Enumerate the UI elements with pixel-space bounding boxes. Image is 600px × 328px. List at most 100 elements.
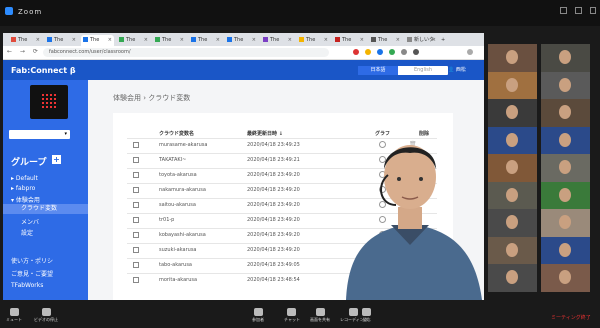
browser-tab[interactable]: The × (189, 35, 222, 46)
header-name[interactable]: クラウド変数名 (159, 130, 194, 137)
minimize-icon[interactable] (560, 7, 567, 14)
participant-tile[interactable] (488, 126, 537, 155)
browser-tab[interactable]: The × (333, 35, 366, 46)
row-checkbox[interactable] (133, 172, 139, 178)
tab-close-icon[interactable]: × (288, 35, 292, 46)
browser-tab[interactable]: The × (261, 35, 294, 46)
lang-en-button[interactable]: English (398, 66, 448, 75)
variable-name[interactable]: nakamura-akarusa (159, 187, 206, 193)
participant-tile[interactable] (541, 71, 590, 100)
variable-name[interactable]: TAKATAKI~ (159, 157, 186, 163)
participant-tile[interactable] (541, 236, 590, 265)
variable-name[interactable]: murasame-akarusa (159, 142, 207, 148)
row-checkbox[interactable] (133, 202, 139, 208)
row-checkbox[interactable] (133, 142, 139, 148)
participant-tile[interactable] (541, 181, 590, 210)
row-checkbox[interactable] (133, 157, 139, 163)
add-group-button[interactable]: + (52, 155, 61, 164)
browser-tab[interactable]: The × (297, 35, 330, 46)
participant-tile[interactable] (488, 209, 537, 237)
control-button[interactable]: 画面を共有 (310, 308, 330, 323)
control-button[interactable]: ミュート (6, 308, 22, 323)
tab-close-icon[interactable]: × (360, 35, 364, 46)
row-checkbox[interactable] (133, 262, 139, 268)
tab-close-icon[interactable]: × (396, 35, 400, 46)
participant-tile[interactable] (488, 264, 537, 292)
variable-name[interactable]: kobayashi-akarusa (159, 232, 206, 238)
participant-tile[interactable] (541, 264, 590, 292)
row-checkbox[interactable] (133, 187, 139, 193)
participant-tile[interactable] (541, 99, 590, 127)
browser-tab[interactable]: The × (369, 35, 402, 46)
tab-close-icon[interactable]: × (72, 35, 76, 46)
close-icon[interactable] (590, 7, 596, 14)
user-menu[interactable]: 👤 西松 (448, 66, 466, 73)
sidebar-item[interactable]: メンバ (21, 217, 39, 226)
participant-tile[interactable] (488, 154, 537, 182)
browser-tab[interactable]: 新しいタブ× (405, 35, 438, 54)
extension-icon[interactable] (353, 49, 359, 55)
participant-tile[interactable] (541, 126, 590, 155)
extension-icon[interactable] (389, 49, 395, 55)
app-logo[interactable]: Fab:Connect β (11, 66, 76, 75)
lang-ja-button[interactable]: 日本語 (358, 66, 398, 75)
leave-meeting-button[interactable]: ミーティング終了 (551, 314, 591, 321)
browser-tab[interactable]: The × (225, 35, 258, 46)
participant-tile[interactable] (488, 181, 537, 210)
maximize-icon[interactable] (575, 7, 582, 14)
new-tab-button[interactable]: + (441, 35, 451, 46)
group-select[interactable]: ▾ (9, 130, 70, 139)
sidebar-item[interactable]: ▾ 体験会用 (11, 195, 40, 204)
control-button[interactable]: 反応 (362, 308, 371, 323)
browser-tab[interactable]: The × (81, 35, 114, 46)
participant-tile[interactable] (488, 44, 537, 72)
sidebar-footer-link[interactable]: ご意見・ご要望 (11, 269, 53, 278)
participant-tile[interactable] (541, 44, 590, 72)
participant-tile[interactable] (488, 71, 537, 100)
tab-close-icon[interactable]: × (180, 35, 184, 46)
extension-icon[interactable] (413, 49, 419, 55)
sidebar-item[interactable]: クラウド変数 (3, 204, 88, 214)
extension-icon[interactable] (377, 49, 383, 55)
browser-tab[interactable]: The × (153, 35, 186, 46)
row-checkbox[interactable] (133, 277, 139, 283)
variable-name[interactable]: tabo-akarusa (159, 262, 192, 268)
participant-tile[interactable] (541, 209, 590, 237)
sidebar-item[interactable]: ▸ Default (11, 175, 38, 182)
menu-icon[interactable] (467, 49, 473, 55)
browser-tab[interactable]: The × (117, 35, 150, 46)
sidebar-item[interactable]: 設定 (21, 228, 33, 237)
tab-close-icon[interactable]: × (36, 35, 40, 46)
control-button[interactable]: ビデオの停止 (34, 308, 58, 323)
variable-name[interactable]: morita-akarusa (159, 277, 197, 283)
control-button[interactable]: 参加者 (252, 308, 264, 323)
url-field[interactable]: fabconnect.com/user/classroom/ (43, 48, 329, 57)
extension-icon[interactable] (401, 49, 407, 55)
browser-tab[interactable]: The × (45, 35, 78, 46)
participant-tile[interactable] (488, 99, 537, 127)
sidebar-footer-link[interactable]: TFabWorks (11, 282, 43, 289)
row-checkbox[interactable] (133, 217, 139, 223)
participant-tile[interactable] (488, 236, 537, 265)
tab-close-icon[interactable]: × (432, 35, 436, 46)
variable-name[interactable]: tr01-p (159, 217, 174, 223)
tab-close-icon[interactable]: × (324, 35, 328, 46)
sidebar-footer-link[interactable]: 使い方・ポリシ (11, 256, 53, 265)
tab-close-icon[interactable]: × (108, 35, 112, 46)
participant-tile[interactable] (541, 154, 590, 182)
tab-close-icon[interactable]: × (216, 35, 220, 46)
tab-close-icon[interactable]: × (144, 35, 148, 46)
sidebar-item[interactable]: ▸ fabpro (11, 185, 35, 192)
extension-icon[interactable] (365, 49, 371, 55)
tab-close-icon[interactable]: × (252, 35, 256, 46)
variable-name[interactable]: suzuki-akarusa (159, 247, 197, 253)
row-checkbox[interactable] (133, 247, 139, 253)
variable-name[interactable]: saitou-akarusa (159, 202, 196, 208)
browser-tab[interactable]: The × (9, 35, 42, 46)
control-button[interactable]: チャット (284, 308, 300, 323)
variable-name[interactable]: toyota-akarusa (159, 172, 197, 178)
nav-buttons[interactable]: ← → ⟳ (7, 48, 41, 55)
row-checkbox[interactable] (133, 232, 139, 238)
control-label: チャット (284, 317, 300, 322)
header-date[interactable]: 最終更新日時 ↓ (247, 130, 283, 137)
